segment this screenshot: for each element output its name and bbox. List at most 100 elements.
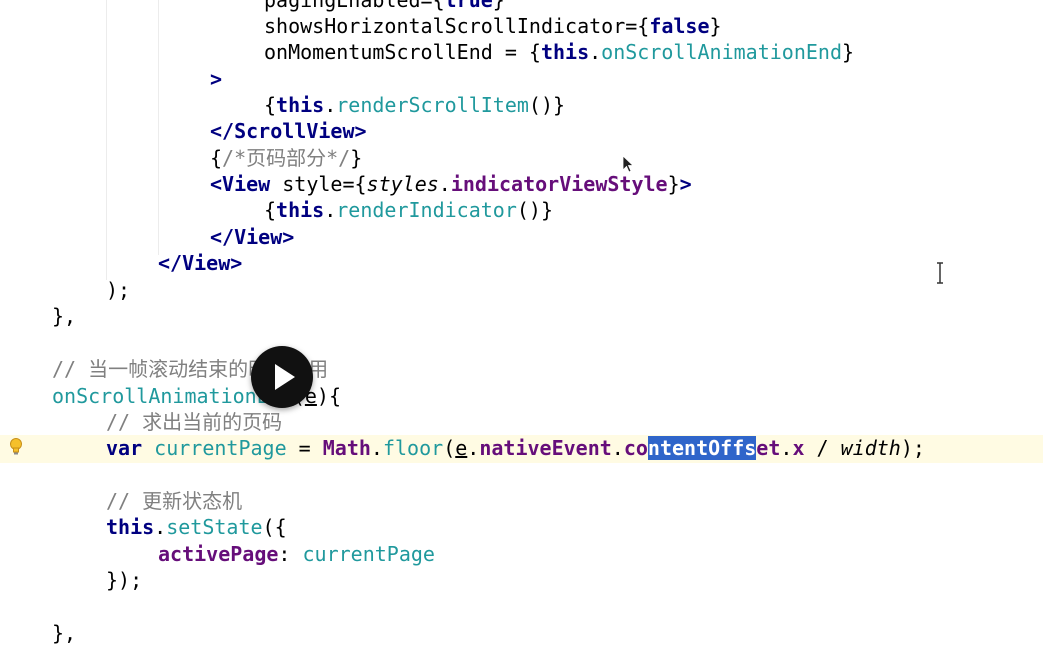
code-token: width — [840, 436, 901, 460]
code-token: pagingEnabled={ — [264, 0, 445, 12]
code-line[interactable]: this.setState({ — [0, 514, 1043, 540]
code-token: ); — [900, 436, 925, 460]
code-token: activePage — [158, 542, 279, 566]
code-token: this — [276, 198, 325, 222]
code-line[interactable]: showsHorizontalScrollIndicator={false} — [0, 13, 1043, 39]
code-token: nativeEvent — [479, 436, 612, 460]
code-token: . — [154, 515, 167, 539]
code-line[interactable]: {this.renderScrollItem()} — [0, 92, 1043, 118]
lightbulb-icon[interactable] — [9, 437, 23, 457]
code-token: } — [842, 40, 855, 64]
code-line[interactable]: }, — [0, 303, 1043, 329]
code-line[interactable]: // 更新状态机 — [0, 488, 1043, 514]
text-cursor-icon — [937, 262, 943, 284]
code-token: e — [455, 436, 468, 460]
code-line[interactable]: ); — [0, 277, 1043, 303]
code-line[interactable]: {/*页码部分*/} — [0, 145, 1043, 171]
code-text[interactable]: activePage: currentPage — [158, 541, 435, 567]
code-token: style={ — [282, 172, 367, 196]
code-text[interactable]: showsHorizontalScrollIndicator={false} — [264, 13, 722, 39]
code-token: ( — [443, 436, 456, 460]
code-token: </View> — [158, 251, 243, 275]
code-line[interactable]: </View> — [0, 224, 1043, 250]
code-token: . — [589, 40, 602, 64]
code-token: onScrollAnimationEnd — [601, 40, 842, 64]
code-token: this — [540, 40, 590, 64]
code-line[interactable]: </View> — [0, 250, 1043, 276]
code-text[interactable]: {this.renderIndicator()} — [264, 197, 553, 223]
code-text[interactable]: }, — [52, 303, 76, 329]
code-token: styles — [366, 172, 439, 196]
code-line[interactable]: activePage: currentPage — [0, 541, 1043, 567]
code-text[interactable]: }); — [106, 567, 142, 593]
code-line[interactable]: }); — [0, 567, 1043, 593]
code-text[interactable]: </View> — [210, 224, 294, 250]
code-token: > — [210, 67, 223, 91]
code-token: false — [649, 14, 710, 38]
play-button[interactable] — [251, 346, 313, 408]
code-token: { — [264, 93, 277, 117]
code-editor[interactable]: pagingEnabled={true} showsHorizontalScrol… — [0, 0, 1043, 658]
code-token: } — [492, 0, 505, 12]
code-text[interactable]: // 更新状态机 — [106, 488, 242, 514]
code-token: // 更新状态机 — [106, 489, 243, 513]
code-token: </View> — [210, 225, 295, 249]
code-token: /*页码部分*/ — [222, 146, 351, 170]
code-line[interactable]: onMomentumScrollEnd = {this.onScrollAnim… — [0, 39, 1043, 65]
code-text[interactable]: ); — [106, 277, 130, 303]
code-token: currentPage — [154, 436, 287, 460]
code-token: { — [264, 198, 277, 222]
code-text[interactable]: pagingEnabled={true} — [264, 0, 505, 13]
code-token: this — [276, 93, 325, 117]
code-token: currentPage — [302, 542, 435, 566]
code-token: . — [467, 436, 480, 460]
code-line[interactable]: }, — [0, 620, 1043, 646]
code-token: }); — [106, 568, 143, 592]
code-token: floor — [382, 436, 444, 460]
code-line[interactable]: onScrollAnimationEnd(e){ — [0, 383, 1043, 409]
code-token: } — [350, 146, 363, 170]
code-line[interactable]: > — [0, 66, 1043, 92]
code-text[interactable]: // 求出当前的页码 — [106, 409, 282, 435]
code-text[interactable]: var currentPage = Math.floor(e.nativeEve… — [106, 435, 925, 461]
code-text[interactable]: onMomentumScrollEnd = {this.onScrollAnim… — [264, 39, 854, 65]
code-token: setState — [166, 515, 263, 539]
code-token: renderIndicator — [336, 198, 517, 222]
code-token: . — [370, 436, 383, 460]
code-token: ()} — [528, 93, 566, 117]
code-text[interactable]: </View> — [158, 250, 242, 276]
code-text[interactable]: <View style={styles.indicatorViewStyle}> — [210, 171, 692, 197]
code-token: ()} — [516, 198, 554, 222]
code-token: = — [286, 436, 323, 460]
code-token: / — [804, 436, 841, 460]
code-text[interactable]: this.setState({ — [106, 514, 287, 540]
code-token: ); — [106, 278, 131, 302]
code-text[interactable]: }, — [52, 620, 76, 646]
code-token: . — [780, 436, 793, 460]
code-text[interactable]: > — [210, 66, 222, 92]
code-line[interactable]: {this.renderIndicator()} — [0, 197, 1043, 223]
code-line[interactable]: pagingEnabled={true} — [0, 0, 1043, 13]
code-line[interactable]: // 求出当前的页码 — [0, 409, 1043, 435]
code-token: ntentOffs — [647, 436, 757, 460]
code-token: var — [106, 436, 155, 460]
code-text[interactable]: {this.renderScrollItem()} — [264, 92, 565, 118]
current-code-line[interactable]: var currentPage = Math.floor(e.nativeEve… — [0, 435, 1043, 463]
code-token: renderScrollItem — [336, 93, 529, 117]
code-token: showsHorizontalScrollIndicator={ — [264, 14, 650, 38]
code-token: }, — [52, 304, 77, 328]
code-text[interactable]: {/*页码部分*/} — [210, 145, 362, 171]
code-token: // 求出当前的页码 — [106, 410, 283, 434]
code-token: } — [709, 14, 722, 38]
code-text[interactable]: </ScrollView> — [210, 118, 367, 144]
code-token: co — [623, 436, 648, 460]
code-token: ({ — [262, 515, 287, 539]
code-line[interactable]: </ScrollView> — [0, 118, 1043, 144]
code-token: > — [679, 172, 692, 196]
code-token: true — [444, 0, 493, 12]
code-token: . — [324, 198, 337, 222]
code-line[interactable]: <View style={styles.indicatorViewStyle}> — [0, 171, 1043, 197]
code-token: ){ — [316, 384, 342, 408]
mouse-pointer-icon — [622, 155, 635, 173]
code-line[interactable]: // 当一帧滚动结束的时候调用 — [0, 356, 1043, 382]
